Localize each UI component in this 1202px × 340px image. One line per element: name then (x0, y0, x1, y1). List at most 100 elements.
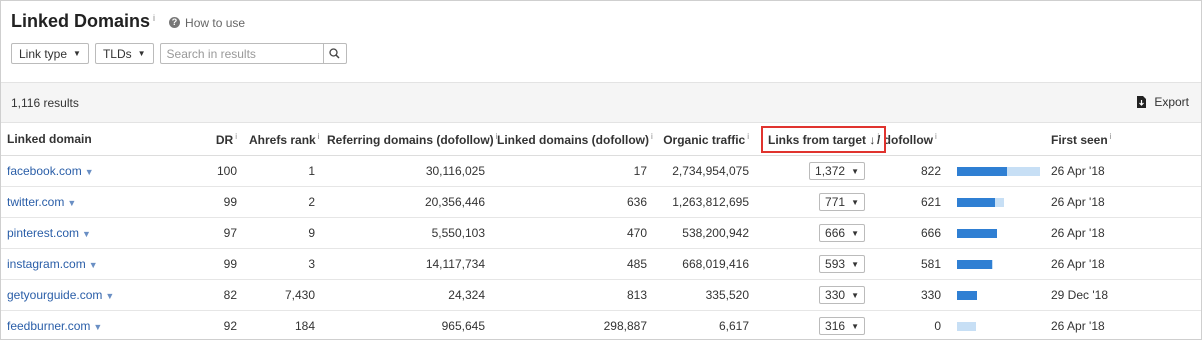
domain-menu-icon[interactable]: ▼ (82, 229, 91, 239)
col-first-seen[interactable]: First seen i (1045, 123, 1201, 156)
linked-domain-cell: instagram.com ▼ (1, 248, 197, 280)
linked-domains-table: Linked domain DR i Ahrefs rank i Referring… (1, 123, 1201, 339)
chevron-down-icon: ▼ (851, 166, 859, 176)
info-icon[interactable]: i (651, 132, 653, 141)
linked-domains-cell: 470 (491, 217, 653, 249)
chevron-down-icon: ▼ (851, 321, 859, 331)
links-dropdown[interactable]: 771 ▼ (819, 193, 865, 211)
results-bar: 1,116 results Export (1, 82, 1201, 123)
referring-domains-cell: 965,645 (321, 310, 491, 339)
links-dropdown[interactable]: 1,372 ▼ (809, 162, 865, 180)
links-bar-cell (947, 310, 1045, 339)
chevron-down-icon: ▼ (851, 197, 859, 207)
col-linked-domain[interactable]: Linked domain (1, 123, 197, 156)
links-bar-dofollow (957, 290, 977, 300)
linked-domain-cell: getyourguide.com ▼ (1, 279, 197, 311)
domain-menu-icon[interactable]: ▼ (85, 167, 94, 177)
dofollow-cell: 822 (871, 155, 947, 187)
domain-menu-icon[interactable]: ▼ (93, 322, 102, 332)
linked-domain-cell: twitter.com ▼ (1, 186, 197, 218)
ahrefs-rank-cell: 1 (243, 155, 321, 187)
links-bar (957, 290, 1040, 300)
first-seen-cell: 26 Apr '18 (1045, 310, 1201, 339)
info-icon[interactable]: i (747, 132, 749, 141)
info-icon[interactable]: i (935, 132, 937, 141)
col-ahrefs-rank[interactable]: Ahrefs rank i (243, 123, 321, 156)
referring-domains-cell: 5,550,103 (321, 217, 491, 249)
domain-menu-icon[interactable]: ▼ (67, 198, 76, 208)
linked-domains-cell: 813 (491, 279, 653, 311)
links-bar-cell (947, 217, 1045, 249)
tlds-dropdown[interactable]: TLDs ▼ (94, 43, 154, 64)
table-row: feedburner.com ▼ 92 184 965,645 298,887 6,617 3… (1, 310, 1201, 339)
how-to-use-link[interactable]: ? How to use (169, 16, 245, 30)
links-bar (957, 197, 1040, 207)
domain-link[interactable]: pinterest.com (7, 226, 79, 240)
col-linked-domains[interactable]: Linked domains (dofollow) i (491, 123, 653, 156)
domain-menu-icon[interactable]: ▼ (89, 260, 98, 270)
export-label: Export (1154, 95, 1189, 109)
links-bar-cell (947, 248, 1045, 280)
organic-traffic-cell: 668,019,416 (653, 248, 755, 280)
links-bar-dofollow (957, 166, 1007, 176)
help-icon: ? (169, 17, 181, 28)
tlds-label: TLDs (102, 46, 132, 61)
info-icon[interactable]: i (318, 132, 320, 141)
col-organic-traffic[interactable]: Organic traffic i (653, 123, 755, 156)
dofollow-cell: 666 (871, 217, 947, 249)
links-bar-dofollow (957, 259, 993, 269)
domain-link[interactable]: facebook.com (7, 164, 82, 178)
links-value: 330 (825, 288, 846, 302)
links-bar (957, 259, 1040, 269)
domain-menu-icon[interactable]: ▼ (105, 291, 114, 301)
linked-domains-cell: 298,887 (491, 310, 653, 339)
table-header-row: Linked domain DR i Ahrefs rank i Referring… (1, 123, 1201, 156)
info-icon[interactable]: i (235, 132, 237, 141)
links-value: 316 (825, 319, 846, 333)
links-value: 1,372 (815, 164, 846, 178)
ahrefs-rank-cell: 7,430 (243, 279, 321, 311)
organic-traffic-cell: 1,263,812,695 (653, 186, 755, 218)
referring-domains-cell: 24,324 (321, 279, 491, 311)
results-count: 1,116 results (11, 96, 79, 110)
chevron-down-icon: ▼ (851, 259, 859, 269)
links-from-target-cell: 666 ▼ (755, 217, 871, 249)
col-links-from-target[interactable]: Links from target ↓ i (755, 123, 887, 156)
export-button[interactable]: Export (1136, 95, 1189, 109)
linked-domains-cell: 485 (491, 248, 653, 280)
dofollow-cell: 621 (871, 186, 947, 218)
dr-cell: 100 (197, 155, 243, 187)
search-input[interactable] (160, 44, 323, 63)
link-type-dropdown[interactable]: Link type ▼ (11, 43, 89, 64)
ahrefs-rank-cell: 184 (243, 310, 321, 339)
links-dropdown[interactable]: 666 ▼ (819, 224, 865, 242)
chevron-down-icon: ▼ (73, 49, 81, 58)
table-row: getyourguide.com ▼ 82 7,430 24,324 813 335,520… (1, 279, 1201, 311)
export-icon (1137, 96, 1147, 108)
links-dropdown[interactable]: 330 ▼ (819, 286, 865, 304)
title-info-icon[interactable]: i (153, 13, 155, 23)
organic-traffic-cell: 6,617 (653, 310, 755, 339)
sort-highlight-box: Links from target ↓ i (761, 125, 887, 153)
col-referring-domains[interactable]: Referring domains (dofollow) i (321, 123, 497, 156)
links-dropdown[interactable]: 316 ▼ (819, 317, 865, 335)
col-dr[interactable]: DR i (197, 123, 243, 156)
domain-link[interactable]: instagram.com (7, 257, 86, 271)
linked-domains-cell: 17 (491, 155, 653, 187)
linked-domain-cell: feedburner.com ▼ (1, 310, 197, 339)
search-icon (329, 48, 340, 59)
info-icon[interactable]: i (877, 132, 879, 141)
info-icon[interactable]: i (1110, 132, 1112, 141)
links-bar-cell (947, 155, 1045, 187)
domain-link[interactable]: feedburner.com (7, 319, 90, 333)
dr-cell: 99 (197, 186, 243, 218)
links-bar-cell (947, 186, 1045, 218)
referring-domains-cell: 14,117,734 (321, 248, 491, 280)
links-dropdown[interactable]: 593 ▼ (819, 255, 865, 273)
domain-link[interactable]: twitter.com (7, 195, 64, 209)
links-value: 593 (825, 257, 846, 271)
domain-link[interactable]: getyourguide.com (7, 288, 102, 302)
search-button[interactable] (322, 44, 346, 63)
links-from-target-cell: 593 ▼ (755, 248, 871, 280)
dr-cell: 99 (197, 248, 243, 280)
